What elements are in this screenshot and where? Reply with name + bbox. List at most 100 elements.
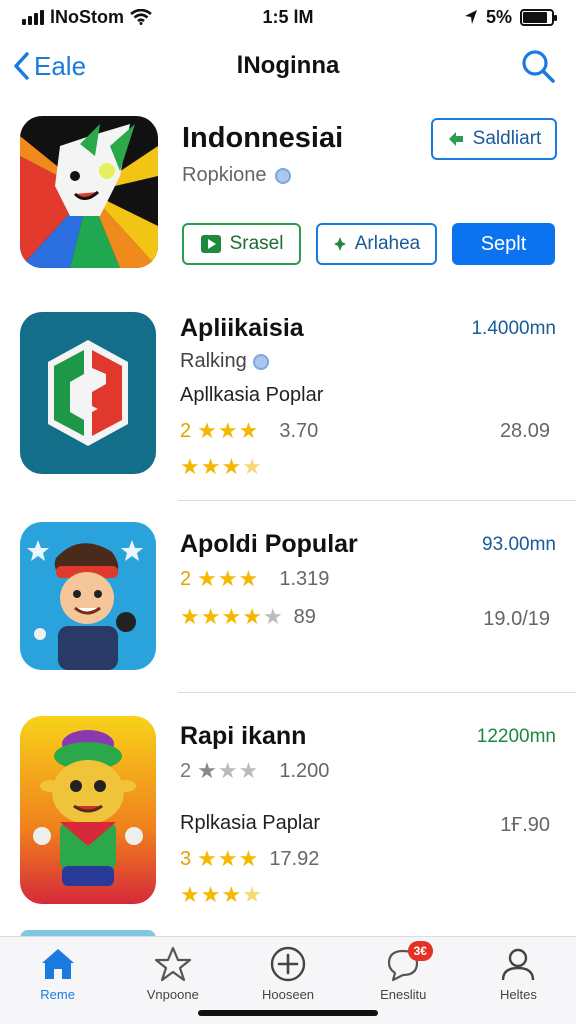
tab-add-label: Hooseen: [261, 987, 315, 1002]
star-icon: ★: [217, 566, 239, 591]
star-icon: ★: [238, 846, 260, 871]
rating-stars-icon: ★★★★: [180, 882, 263, 908]
star-icon: ★: [221, 882, 243, 907]
app-rating-row: 2 ★★★ 1.200: [180, 758, 329, 784]
featured-button-1[interactable]: Srasel: [182, 223, 301, 265]
app-title: Apoldi Popular: [180, 530, 358, 558]
list-item[interactable]: Apliikaisia 1.4000mn Ralking Apllkasia P…: [20, 312, 556, 479]
app-price[interactable]: 93.00mn: [482, 534, 556, 556]
tab-messages-label: Eneslitu: [380, 987, 427, 1002]
featured-button-3-label: Seplt: [480, 232, 527, 255]
star-icon: ★: [217, 418, 239, 443]
star-icon: ★: [180, 454, 201, 479]
app-rating-row-2: 3 ★★★ 17.92: [180, 846, 319, 872]
nav-bar: Eale lNoginna: [0, 40, 576, 92]
app-subtitle-row: Ralking: [180, 350, 269, 373]
star-icon: ★: [238, 758, 260, 783]
battery-percent: 5%: [485, 6, 512, 27]
home-indicator: [198, 1010, 378, 1016]
app-side-value: 1Ғ.90: [500, 814, 550, 836]
star-icon: ★: [180, 604, 201, 629]
status-left: lNoStom: [22, 7, 222, 28]
page-title: lNoginna: [236, 52, 340, 79]
star-icon: ★: [221, 604, 243, 629]
featured-subtitle-text: Ropkione: [182, 164, 267, 186]
star-icon: [154, 946, 191, 982]
star-icon: ★: [197, 846, 218, 871]
star-icon: ★: [238, 566, 260, 591]
star-icon: ★: [200, 604, 222, 629]
app-stars-row: ★★★★: [180, 882, 263, 908]
tab-featured-label: Vnpoone: [146, 987, 199, 1002]
signal-icon: [22, 9, 44, 25]
star-icon: ★: [242, 882, 263, 907]
featured-app-title: Indonnesiai: [182, 122, 344, 154]
rating-stars-icon: ★★★★: [180, 454, 263, 480]
app-side-value: 28.09: [499, 420, 550, 442]
star-icon: ★: [217, 846, 239, 871]
star-icon: ★: [197, 758, 218, 783]
app-side-value: 19.0/19: [483, 608, 550, 630]
app-rating: 1.200: [279, 759, 330, 782]
featured-top-button-label: Saldliart: [472, 128, 542, 149]
featured-app-icon[interactable]: [20, 116, 158, 268]
play-icon: [200, 235, 221, 253]
app-subtitle: Ralking: [180, 350, 247, 372]
app-stars-row: ★★★★★ 89: [180, 604, 316, 630]
verified-badge-icon: [274, 167, 291, 184]
star-icon: ★: [262, 604, 284, 629]
list-item[interactable]: Apoldi Popular 93.00mn 2 ★★★ 1.319 ★★★★★…: [20, 522, 556, 672]
star-icon: ★: [238, 418, 260, 443]
search-button[interactable]: [520, 48, 556, 89]
back-button[interactable]: Eale: [12, 51, 86, 82]
star-icon: ★: [242, 454, 263, 479]
divider: [178, 500, 576, 501]
featured-top-button[interactable]: Saldliart: [431, 118, 557, 160]
app-rank-2: 3: [180, 847, 192, 870]
star-icon: ★: [197, 566, 218, 591]
app-price[interactable]: 1.4000mn: [471, 318, 556, 340]
featured-button-2-label: Arlahea: [354, 233, 421, 254]
wifi-icon: [130, 9, 152, 25]
featured-button-3[interactable]: Seplt: [452, 223, 555, 265]
app-icon: [20, 522, 156, 670]
featured-button-2[interactable]: Arlahea: [316, 223, 437, 265]
app-rating-row: 2 ★★★ 1.319: [180, 566, 329, 592]
chevron-left-icon: [14, 52, 29, 80]
app-stars-row: ★★★★: [180, 454, 263, 480]
tab-profile-label: Heltes: [499, 987, 537, 1002]
back-label: Eale: [34, 50, 87, 81]
tab-home-label: Reme: [40, 987, 75, 1002]
app-rating: 1.319: [279, 567, 330, 590]
rating-stars-icon: ★★★★★: [180, 604, 284, 630]
app-icon: [20, 716, 156, 904]
app-rank: 2: [180, 567, 192, 590]
app-rank: 2: [180, 759, 192, 782]
verified-badge-icon: [252, 353, 269, 370]
rating-stars-icon: ★★★: [197, 758, 259, 784]
star-icon: ★: [200, 454, 222, 479]
tab-home[interactable]: Reme: [0, 937, 115, 1024]
plus-circle-icon: [270, 946, 306, 982]
battery-icon: [520, 8, 557, 26]
star-icon: ★: [200, 882, 222, 907]
list-item[interactable]: Rapi ikann 12200mn 2 ★★★ 1.200 Rplkasia …: [20, 716, 556, 912]
star-icon: ★: [242, 604, 263, 629]
rating-stars-icon: ★★★: [197, 418, 259, 444]
green-arrow-icon: [448, 132, 463, 146]
app-rating-row: 2 ★★★ 3.70: [180, 418, 318, 444]
app-rating: 3.70: [279, 419, 319, 442]
star-icon: ★: [217, 758, 239, 783]
home-icon: [41, 949, 74, 979]
featured-button-1-label: Srasel: [229, 233, 284, 254]
app-category: Apllkasia Poplar: [180, 384, 324, 406]
app-icon: [20, 312, 156, 474]
status-right: 5%: [354, 6, 557, 28]
app-category: Rplkasia Paplar: [180, 812, 321, 834]
status-time: 1:5 lM: [262, 6, 314, 27]
rating-stars-icon: ★★★: [197, 846, 259, 872]
tab-bar: Reme Vnpoone Hooseen 3€ Eneslitu Heltes: [0, 936, 576, 1024]
person-icon: [502, 948, 535, 981]
app-price[interactable]: 12200mn: [477, 726, 556, 748]
tab-profile[interactable]: Heltes: [461, 937, 576, 1024]
